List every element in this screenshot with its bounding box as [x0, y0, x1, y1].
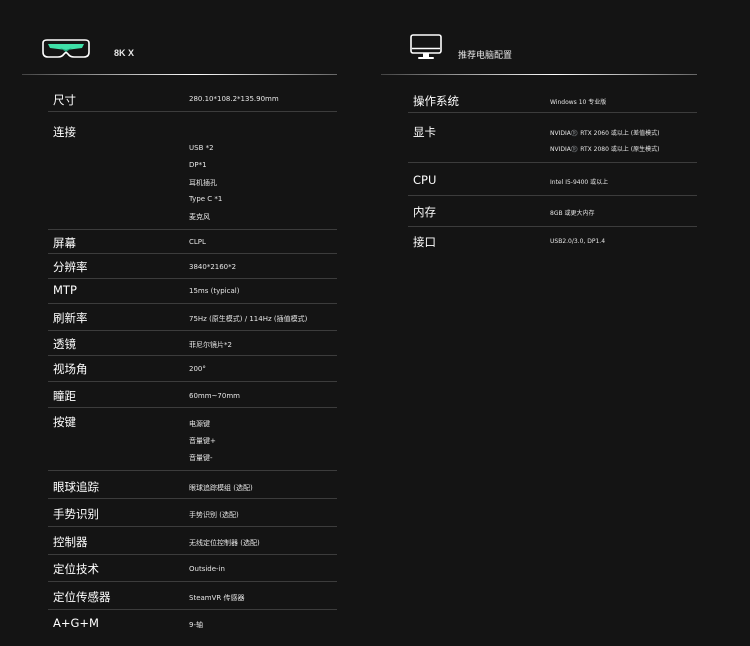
req-row-ports: 接口 USB2.0/3.0, DP1.4	[408, 227, 697, 255]
spec-row-refresh-rate: 刷新率 75Hz (原生模式) / 114Hz (插值模式)	[48, 304, 337, 331]
spec-value: 眼球追踪模组 (选配)	[189, 484, 253, 492]
spec-value: 9-轴	[189, 621, 203, 629]
spec-label: 定位传感器	[53, 590, 111, 604]
spec-value: USB *2	[189, 144, 214, 152]
req-value: 8GB 或更大内存	[550, 210, 595, 217]
spec-label: 连接	[53, 125, 76, 139]
req-label: 内存	[413, 205, 436, 219]
pc-requirements-header: 推荐电脑配置	[381, 0, 697, 76]
req-row-gpu: 显卡 NVIDIA®️ RTX 2060 或以上 (差值模式) NVIDIA®️…	[408, 113, 697, 163]
spec-row-lens: 透镜 菲尼尔镜片*2	[48, 331, 337, 356]
spec-row-fov: 视场角 200°	[48, 356, 337, 382]
pc-requirements-title: 推荐电脑配置	[458, 50, 513, 60]
spec-row-size: 尺寸 280.10*108.2*135.90mm	[48, 86, 337, 112]
spec-value: 音量键-	[189, 454, 213, 462]
header-divider	[22, 74, 337, 75]
spec-label: 按键	[53, 415, 76, 429]
spec-label: 定位技术	[53, 562, 99, 576]
spec-row-tracking-sensor: 定位传感器 SteamVR 传感器	[48, 582, 337, 610]
spec-label: 屏幕	[53, 236, 76, 250]
spec-value: 60mm~70mm	[189, 392, 240, 400]
req-label: 操作系统	[413, 94, 459, 108]
spec-row-buttons: 按键 电源键 音量键+ 音量键-	[48, 408, 337, 471]
spec-value: 电源键	[189, 420, 210, 428]
header-divider	[381, 74, 697, 75]
spec-label: A+G+M	[53, 616, 99, 630]
spec-label: 控制器	[53, 535, 88, 549]
req-label: CPU	[413, 173, 437, 187]
headset-header: 8K X	[22, 0, 337, 76]
spec-value: 200°	[189, 365, 206, 373]
spec-label: 尺寸	[53, 93, 76, 107]
spec-label: 手势识别	[53, 507, 99, 521]
spec-value: 麦克风	[189, 213, 210, 221]
req-value: NVIDIA®️ RTX 2060 或以上 (差值模式)	[550, 130, 660, 137]
spec-row-resolution: 分辨率 3840*2160*2	[48, 254, 337, 279]
spec-value: DP*1	[189, 161, 207, 169]
spec-value: 菲尼尔镜片*2	[189, 341, 232, 349]
spec-value: SteamVR 传感器	[189, 594, 245, 602]
spec-row-tracking-tech: 定位技术 Outside-in	[48, 555, 337, 582]
req-row-os: 操作系统 Windows 10 专业版	[408, 87, 697, 113]
req-label: 显卡	[413, 125, 436, 139]
spec-value: 3840*2160*2	[189, 263, 237, 271]
req-value: Intel I5-9400 或以上	[550, 179, 609, 186]
spec-label: 透镜	[53, 337, 76, 351]
vr-headset-icon	[40, 38, 92, 64]
spec-value: 75Hz (原生模式) / 114Hz (插值模式)	[189, 315, 308, 323]
spec-label: 视场角	[53, 362, 88, 376]
req-row-cpu: CPU Intel I5-9400 或以上	[408, 163, 697, 196]
spec-row-mtp: MTP 15ms (typical)	[48, 279, 337, 304]
req-value: Windows 10 专业版	[550, 99, 607, 106]
headset-spec-panel: 8K X 尺寸 280.10*108.2*135.90mm 连接 USB *2 …	[22, 0, 337, 630]
spec-value: 280.10*108.2*135.90mm	[189, 95, 279, 103]
spec-value: 15ms (typical)	[189, 287, 240, 295]
spec-value: Outside-in	[189, 565, 225, 573]
spec-value: 音量键+	[189, 437, 216, 445]
spec-row-eye-tracking: 眼球追踪 眼球追踪模组 (选配)	[48, 471, 337, 499]
pc-requirements-panel: 推荐电脑配置 操作系统 Windows 10 专业版 显卡 NVIDIA®️ R…	[381, 0, 697, 249]
req-value: USB2.0/3.0, DP1.4	[550, 238, 606, 245]
spec-row-ipd: 瞳距 60mm~70mm	[48, 382, 337, 408]
spec-row-controller: 控制器 无线定位控制器 (选配)	[48, 527, 337, 555]
monitor-icon	[410, 34, 442, 64]
spec-value: 手势识别 (选配)	[189, 511, 239, 519]
headset-title: 8K X	[114, 48, 135, 58]
spec-row-gesture: 手势识别 手势识别 (选配)	[48, 499, 337, 527]
spec-value: Type C *1	[189, 195, 223, 203]
spec-label: 眼球追踪	[53, 480, 99, 494]
spec-value: 耳机插孔	[189, 179, 217, 187]
spec-label: MTP	[53, 283, 77, 297]
req-label: 接口	[413, 235, 436, 249]
req-value: NVIDIA®️ RTX 2080 或以上 (原生模式)	[550, 146, 660, 153]
req-row-memory: 内存 8GB 或更大内存	[408, 196, 697, 227]
spec-label: 分辨率	[53, 260, 88, 274]
spec-label: 瞳距	[53, 389, 76, 403]
spec-row-connection: 连接 USB *2 DP*1 耳机插孔 Type C *1 麦克风	[48, 112, 337, 230]
spec-row-screen: 屏幕 CLPL	[48, 230, 337, 254]
spec-label: 刷新率	[53, 311, 88, 325]
spec-value: CLPL	[189, 238, 206, 246]
spec-row-imu: A+G+M 9-轴	[48, 610, 337, 637]
spec-value: 无线定位控制器 (选配)	[189, 539, 260, 547]
